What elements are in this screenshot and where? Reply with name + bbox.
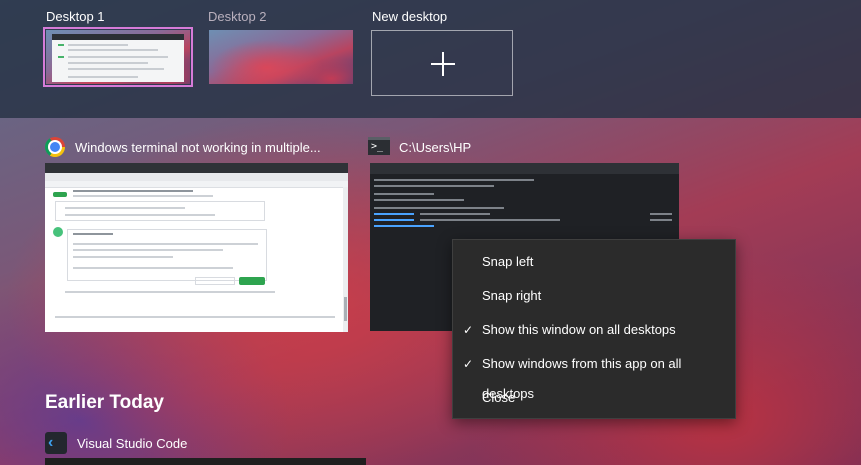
- desktop-wallpaper: [209, 30, 353, 84]
- menu-item-snap-left[interactable]: Snap left: [453, 247, 735, 277]
- window-title-terminal: C:\Users\HP: [399, 140, 472, 155]
- menu-item-show-app-windows-all-desktops[interactable]: ✓ Show windows from this app on all desk…: [453, 349, 735, 401]
- desktop-1-label: Desktop 1: [46, 9, 105, 24]
- menu-item-snap-right[interactable]: Snap right: [453, 281, 735, 311]
- checkmark-icon: ✓: [463, 323, 474, 337]
- menu-item-close[interactable]: Close: [453, 383, 735, 413]
- window-context-menu: Snap left Snap right ✓ Show this window …: [452, 239, 736, 419]
- mini-window-preview: [52, 34, 184, 82]
- window-title-chrome: Windows terminal not working in multiple…: [75, 140, 321, 155]
- desktop-2-label: Desktop 2: [208, 9, 267, 24]
- desktop-1-thumbnail[interactable]: [43, 27, 193, 87]
- chrome-icon: [45, 137, 65, 157]
- new-desktop-button[interactable]: [371, 30, 513, 96]
- terminal-icon: >_: [368, 137, 390, 155]
- timeline-item-title[interactable]: Visual Studio Code: [77, 436, 187, 451]
- desktop-2-thumbnail[interactable]: [209, 30, 353, 84]
- section-heading-earlier-today: Earlier Today: [45, 392, 164, 413]
- vscode-icon: ‹: [45, 432, 67, 454]
- timeline-item-preview[interactable]: [45, 458, 366, 465]
- checkmark-icon: ✓: [463, 357, 474, 371]
- chrome-window-preview[interactable]: [45, 163, 348, 332]
- new-desktop-label: New desktop: [372, 9, 448, 24]
- virtual-desktop-bar: Desktop 1 Desktop 2 New desktop: [0, 0, 861, 118]
- menu-item-show-window-all-desktops[interactable]: ✓ Show this window on all desktops: [453, 315, 735, 345]
